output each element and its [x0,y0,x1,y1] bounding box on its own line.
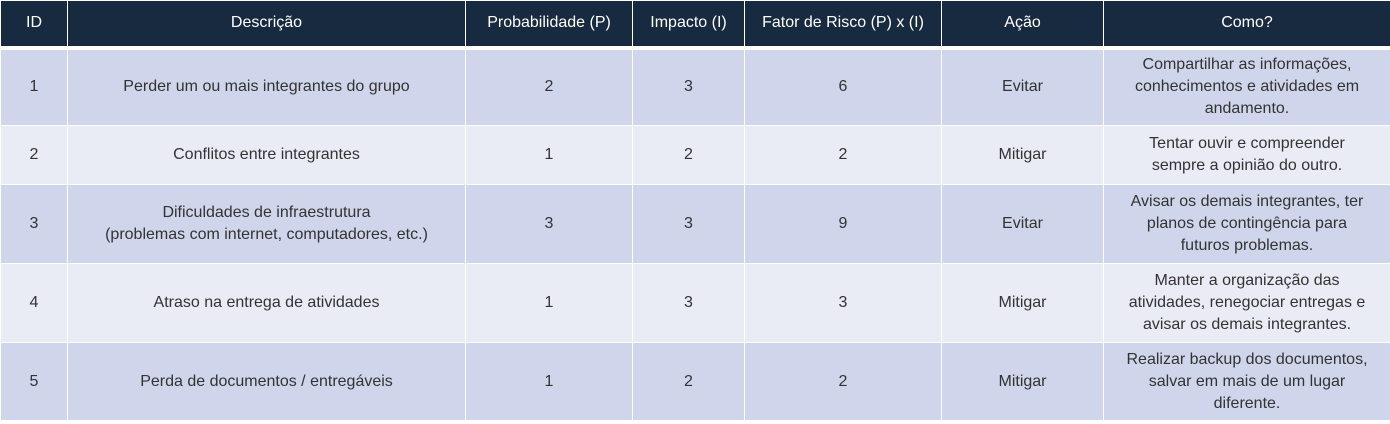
cell-como: Avisar os demais integrantes, ter planos… [1103,184,1390,264]
cell-como: Realizar backup dos documentos, salvar e… [1103,342,1390,421]
cell-descricao: Atraso na entrega de atividades [67,263,466,343]
cell-fator-de-risco: 2 [744,342,942,421]
cell-probabilidade: 1 [465,125,633,185]
cell-acao: Evitar [941,184,1104,264]
cell-descricao: Perda de documentos / entregáveis [67,342,466,421]
cell-probabilidade: 1 [465,263,633,343]
cell-como: Compartilhar as informações, conheciment… [1103,47,1390,126]
cell-id: 2 [0,125,68,185]
header-acao: Ação [941,0,1104,50]
header-impacto: Impacto (I) [632,0,745,50]
cell-como: Tentar ouvir e compreender sempre a opin… [1103,125,1390,185]
cell-impacto: 3 [632,184,745,264]
cell-id: 1 [0,47,68,126]
risk-table: ID Descrição Probabilidade (P) Impacto (… [0,0,1390,421]
cell-impacto: 3 [632,263,745,343]
table-row: 5 Perda de documentos / entregáveis 1 2 … [0,342,1390,421]
cell-fator-de-risco: 2 [744,125,942,185]
cell-acao: Mitigar [941,125,1104,185]
cell-fator-de-risco: 9 [744,184,942,264]
table-row: 2 Conflitos entre integrantes 1 2 2 Miti… [0,125,1390,185]
cell-como: Manter a organização das atividades, ren… [1103,263,1390,343]
table-header: ID Descrição Probabilidade (P) Impacto (… [0,0,1390,50]
cell-id: 4 [0,263,68,343]
cell-impacto: 2 [632,125,745,185]
cell-descricao: Dificuldades de infraestrutura (problema… [67,184,466,264]
cell-acao: Evitar [941,47,1104,126]
cell-probabilidade: 3 [465,184,633,264]
cell-descricao: Perder um ou mais integrantes do grupo [67,47,466,126]
table-row: 4 Atraso na entrega de atividades 1 3 3 … [0,263,1390,343]
cell-fator-de-risco: 6 [744,47,942,126]
header-descricao: Descrição [67,0,466,50]
header-probabilidade: Probabilidade (P) [465,0,633,50]
cell-id: 5 [0,342,68,421]
cell-id: 3 [0,184,68,264]
table-row: 3 Dificuldades de infraestrutura (proble… [0,184,1390,264]
cell-descricao: Conflitos entre integrantes [67,125,466,185]
header-id: ID [0,0,68,50]
table-row: 1 Perder um ou mais integrantes do grupo… [0,47,1390,126]
cell-acao: Mitigar [941,263,1104,343]
header-row: ID Descrição Probabilidade (P) Impacto (… [0,0,1390,50]
header-como: Como? [1103,0,1390,50]
header-fator-de-risco: Fator de Risco (P) x (I) [744,0,942,50]
cell-probabilidade: 1 [465,342,633,421]
cell-acao: Mitigar [941,342,1104,421]
cell-impacto: 2 [632,342,745,421]
cell-impacto: 3 [632,47,745,126]
cell-probabilidade: 2 [465,47,633,126]
table-body: 1 Perder um ou mais integrantes do grupo… [0,47,1390,421]
cell-fator-de-risco: 3 [744,263,942,343]
